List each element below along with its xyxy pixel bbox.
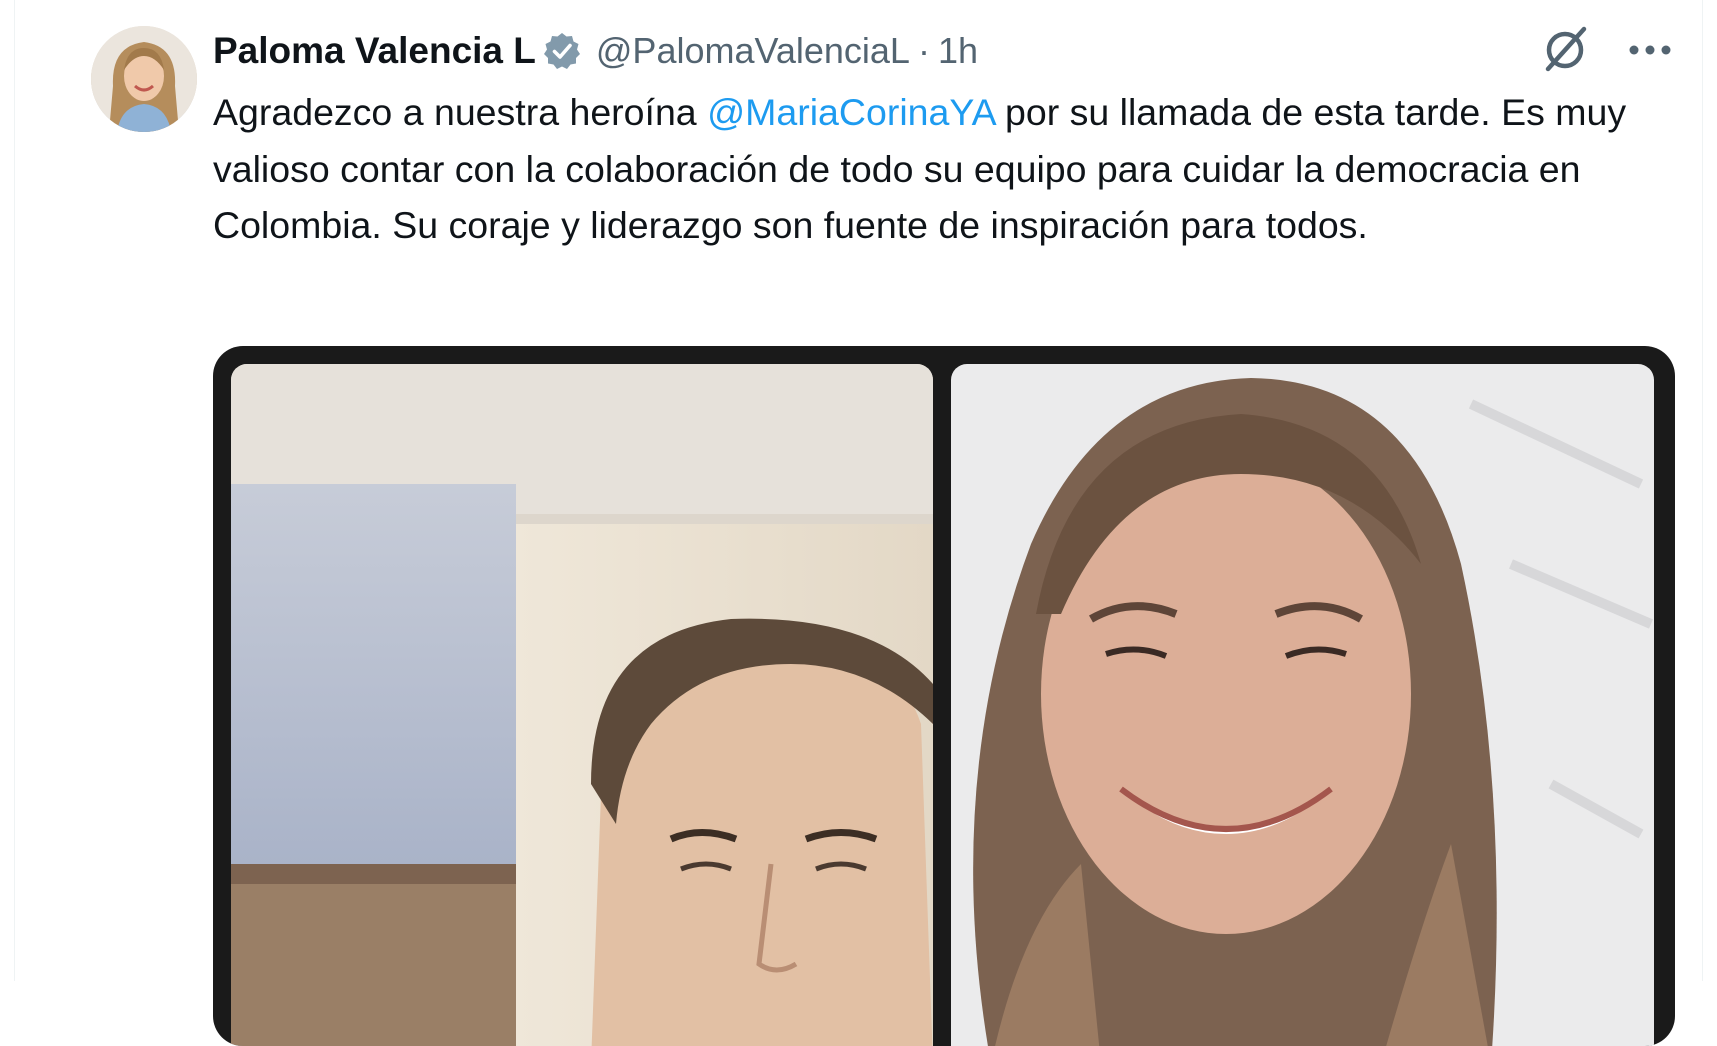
avatar-image bbox=[91, 26, 197, 132]
mention-link[interactable]: @MariaCorinaYA bbox=[707, 91, 994, 133]
tweet-text-part1: Agradezco a nuestra heroína bbox=[213, 91, 708, 133]
tweet-media[interactable] bbox=[213, 346, 1675, 1046]
tweet-container: Paloma Valencia L @PalomaValenciaL · 1h … bbox=[14, 0, 1703, 1046]
media-panel-man bbox=[231, 364, 933, 1046]
grok-icon[interactable] bbox=[1539, 22, 1593, 76]
author-handle[interactable]: @PalomaValenciaL bbox=[596, 30, 910, 72]
tweet-body-text: Agradezco a nuestra heroína @MariaCorina… bbox=[213, 84, 1683, 254]
media-panel-woman bbox=[951, 364, 1654, 1046]
author-display-name[interactable]: Paloma Valencia L bbox=[213, 30, 536, 72]
verified-badge-icon[interactable] bbox=[542, 31, 582, 71]
more-dots-icon[interactable] bbox=[1625, 30, 1675, 70]
separator-dot: · bbox=[917, 30, 930, 71]
author-avatar[interactable] bbox=[91, 26, 197, 132]
tweet-header: Paloma Valencia L @PalomaValenciaL · 1h bbox=[213, 26, 978, 76]
tweet-timestamp[interactable]: 1h bbox=[938, 30, 978, 72]
